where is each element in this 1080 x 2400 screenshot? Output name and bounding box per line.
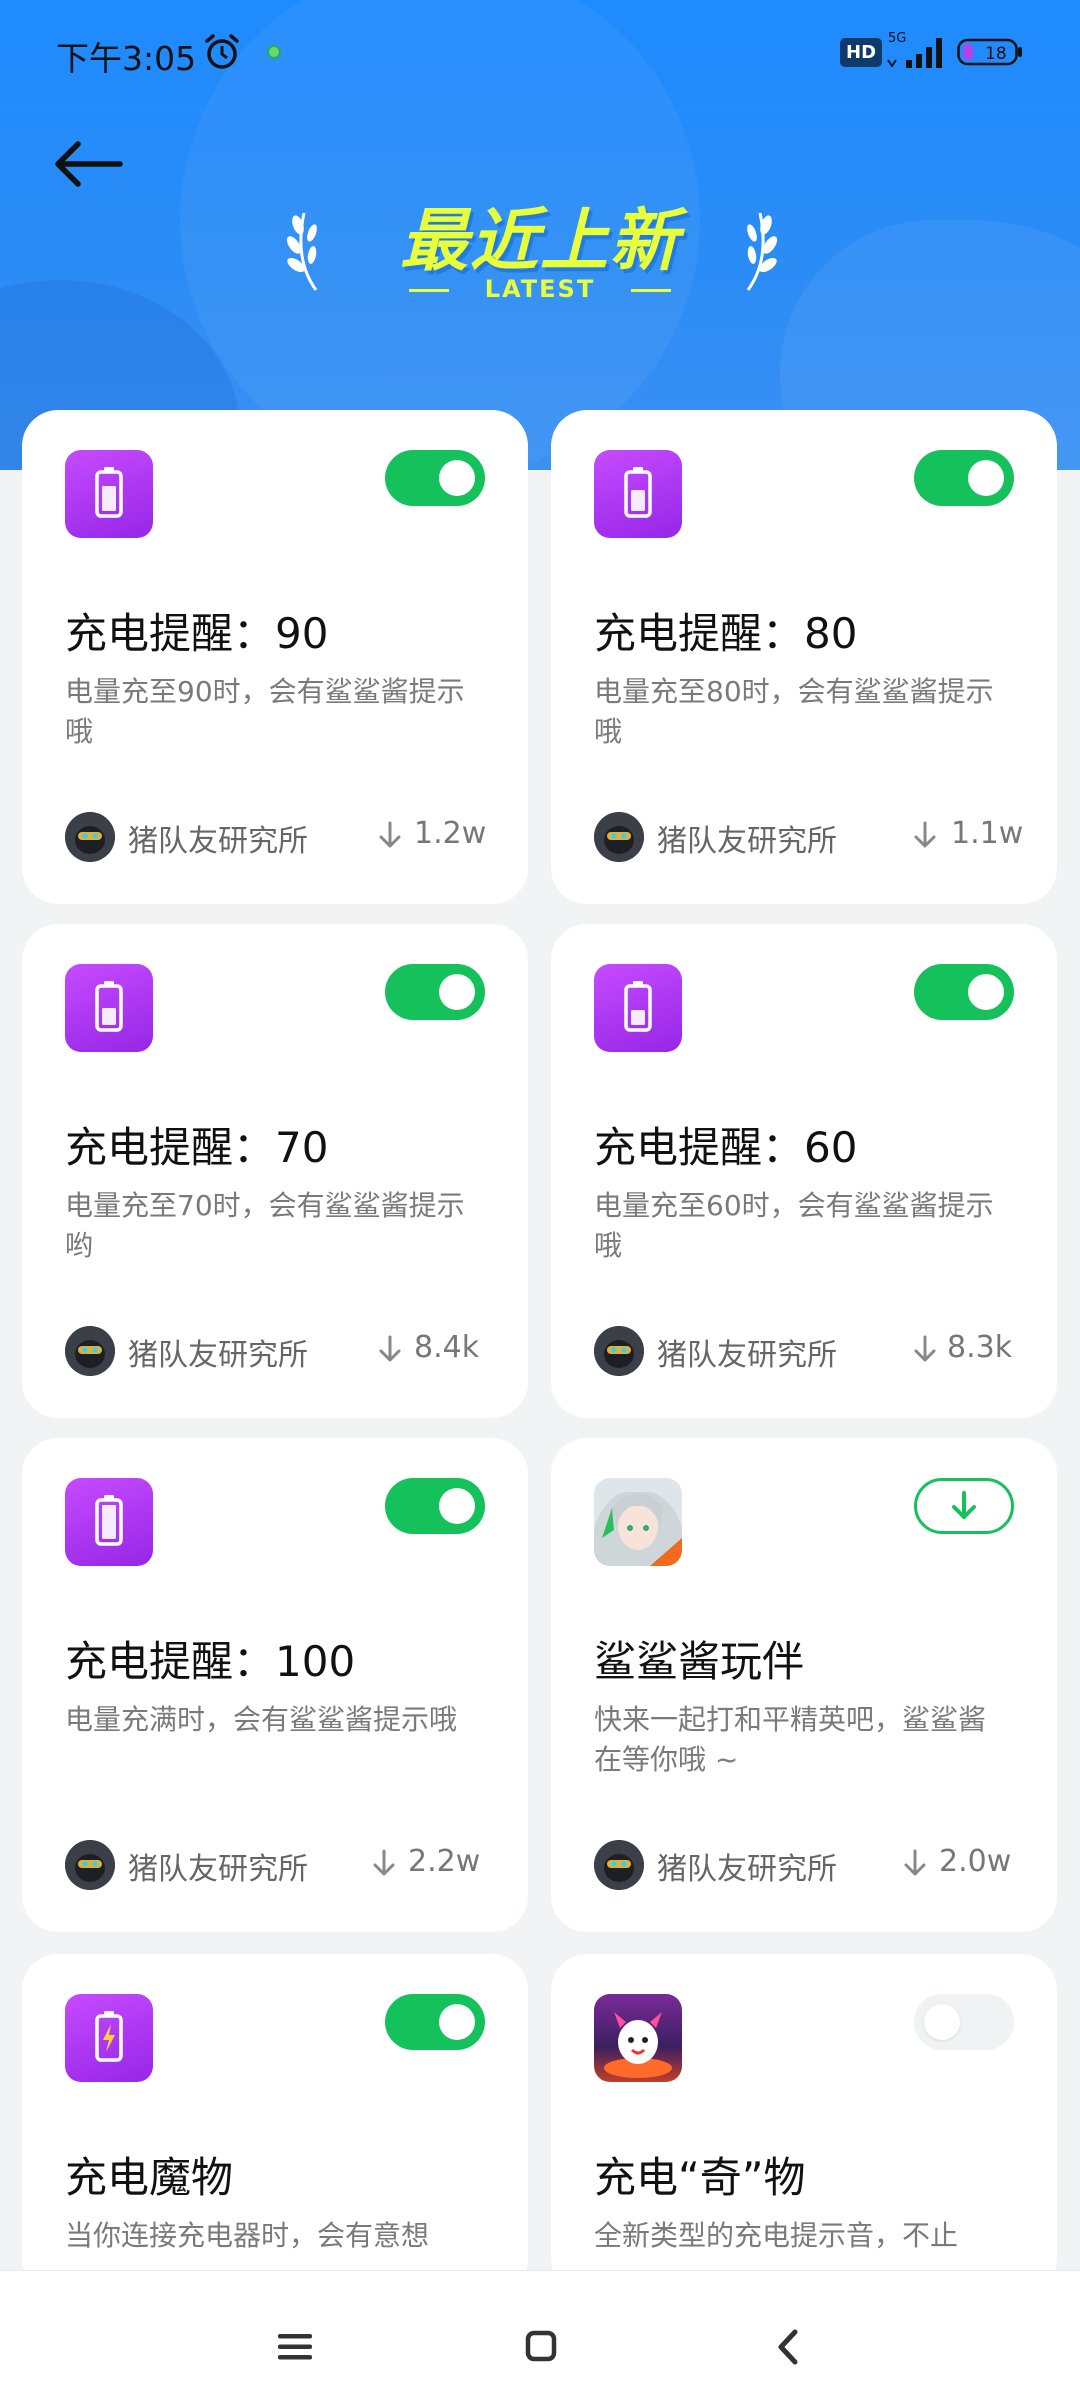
toggle-knob [968,460,1004,496]
card-description: 电量充至70时，会有鲨鲨酱提示哟 [65,1189,465,1262]
anime-girl-icon [594,1478,682,1566]
download-count-icon [379,821,401,848]
author-name[interactable]: 猪队友研究所 [657,1844,837,1888]
enable-toggle[interactable] [385,450,485,506]
page-title: 最近上新 [399,202,680,281]
notification-dot-icon [267,45,281,59]
header-banner: 下午3:05 HD 5G 18 最近上新 LATEST [0,0,1080,470]
author-name[interactable]: 猪队友研究所 [128,816,308,860]
status-bar: 下午3:05 HD 5G 18 [0,0,1080,100]
download-count: 2.0w [939,1844,1012,1879]
author-name[interactable]: 猪队友研究所 [657,816,837,860]
battery-icon: 18 [957,38,1022,66]
charging-battery-icon [65,1994,153,2082]
hd-badge: HD [840,38,883,67]
author-avatar [594,1840,644,1890]
download-count: 2.2w [408,1844,481,1879]
card-title: 充电提醒：80 [594,609,858,658]
enable-toggle[interactable] [914,964,1014,1020]
ringtone-card[interactable]: 充电提醒：90 电量充至90时，会有鲨鲨酱提示哦 猪队友研究所 1.2w [22,410,528,904]
card-description: 电量充至80时，会有鲨鲨酱提示哦 [594,675,994,748]
monster-icon [594,1994,682,2082]
toggle-knob [439,1488,475,1524]
card-description: 全新类型的充电提示音，不止 [594,2219,959,2252]
card-title: 充电提醒：60 [594,1123,858,1172]
card-title: 充电“奇”物 [594,2153,806,2202]
download-count-icon [373,1849,395,1876]
battery-icon [65,1478,153,1566]
author-avatar [594,1326,644,1376]
card-description: 电量充至90时，会有鲨鲨酱提示哦 [65,675,465,748]
battery-icon [65,450,153,538]
page-title-block: 最近上新 LATEST [280,185,800,325]
home-icon[interactable] [525,2330,557,2362]
card-title: 充电提醒：100 [65,1637,356,1686]
download-icon [952,1491,976,1519]
author-avatar [65,1840,115,1890]
author-avatar [65,812,115,862]
toggle-knob [439,2004,475,2040]
download-count: 1.1w [951,816,1024,851]
card-title: 鲨鲨酱玩伴 [594,1637,805,1686]
download-count: 8.4k [414,1330,480,1365]
ringtone-card[interactable]: 鲨鲨酱玩伴 快来一起打和平精英吧，鲨鲨酱在等你哦 ~ 猪队友研究所 2.0w [551,1438,1057,1932]
card-title: 充电提醒：70 [65,1123,329,1172]
enable-toggle[interactable] [385,1994,485,2050]
download-button[interactable] [914,1478,1014,1534]
download-count: 1.2w [414,816,487,851]
toggle-knob [968,974,1004,1010]
toggle-knob [439,460,475,496]
subtitle-dash [408,288,449,292]
battery-icon [65,964,153,1052]
author-name[interactable]: 猪队友研究所 [657,1330,837,1374]
menu-icon[interactable] [278,2332,312,2362]
download-count-icon [904,1849,926,1876]
ringtone-card[interactable]: 充电“奇”物 全新类型的充电提示音，不止 [551,1954,1057,2294]
battery-level: 18 [985,44,1007,64]
ringtone-card[interactable]: 充电提醒：70 电量充至70时，会有鲨鲨酱提示哟 猪队友研究所 8.4k [22,924,528,1418]
network-type-label: 5G [888,31,906,46]
back-icon[interactable] [775,2328,801,2366]
author-avatar [594,812,644,862]
back-arrow-icon[interactable] [48,130,128,200]
download-count-icon [914,1335,936,1362]
enable-toggle[interactable] [385,964,485,1020]
card-description: 电量充满时，会有鲨鲨酱提示哦 [65,1703,458,1736]
toggle-knob [924,2004,960,2040]
card-description: 电量充至60时，会有鲨鲨酱提示哦 [594,1189,994,1262]
download-count-icon [379,1335,401,1362]
status-time: 下午3:05 [56,39,197,78]
battery-icon [594,450,682,538]
card-title: 充电魔物 [65,2153,234,2202]
ringtone-card[interactable]: 充电提醒：100 电量充满时，会有鲨鲨酱提示哦 猪队友研究所 2.2w [22,1438,528,1932]
card-description: 快来一起打和平精英吧，鲨鲨酱在等你哦 ~ [594,1703,987,1776]
author-avatar [65,1326,115,1376]
card-description: 当你连接充电器时，会有意想 [65,2219,430,2252]
battery-icon [594,964,682,1052]
author-name[interactable]: 猪队友研究所 [128,1844,308,1888]
enable-toggle[interactable] [914,1994,1014,2050]
download-count: 8.3k [947,1330,1013,1365]
card-title: 充电提醒：90 [65,609,329,658]
page-subtitle: LATEST [484,275,596,303]
toggle-knob [439,974,475,1010]
signal-icon: 5G [887,31,942,68]
ringtone-card[interactable]: 充电提醒：60 电量充至60时，会有鲨鲨酱提示哦 猪队友研究所 8.3k [551,924,1057,1418]
enable-toggle[interactable] [914,450,1014,506]
enable-toggle[interactable] [385,1478,485,1534]
ringtone-card[interactable]: 充电魔物 当你连接充电器时，会有意想 [22,1954,528,2294]
alarm-icon [205,34,239,69]
page-subtitle-row: LATEST [280,275,800,303]
subtitle-dash [631,288,672,292]
download-count-icon [914,821,936,848]
author-name[interactable]: 猪队友研究所 [128,1330,308,1374]
nav-divider [0,2270,1080,2271]
system-navigation-bar [0,2270,1080,2400]
ringtone-card[interactable]: 充电提醒：80 电量充至80时，会有鲨鲨酱提示哦 猪队友研究所 1.1w [551,410,1057,904]
